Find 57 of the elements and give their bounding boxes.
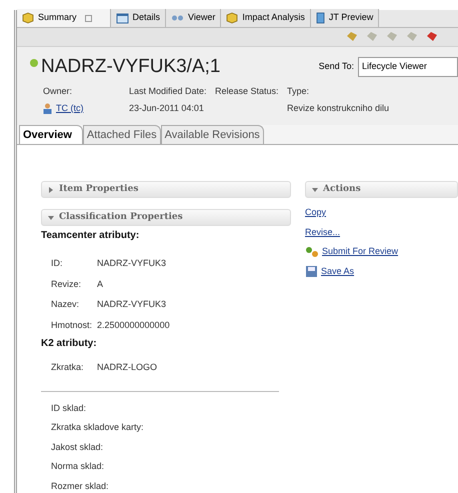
page-tab[interactable]: Overview [19,125,83,144]
section-header[interactable]: Item Properties [41,181,291,198]
attribute-label: Hmotnost: [51,318,94,332]
close-icon[interactable] [84,14,92,22]
editor-tab[interactable]: Details [110,9,166,27]
editor-tab[interactable]: Viewer [166,9,222,27]
attribute-label: Zkratka skladove karty: [51,421,145,434]
workflow-icon [305,246,319,258]
field-value: Revize konstrukcniho dilu [287,102,390,114]
attribute-label: ID sklad: [51,402,88,414]
expanded-icon [312,186,318,192]
field-label: Release Status: [215,85,280,98]
editor-tab[interactable]: Summary [17,9,111,27]
item-title: NADRZ-VYFUK3/A;1 [41,54,220,78]
action-link[interactable]: Save As [321,264,354,278]
table-icon [116,12,129,24]
attribute-value: 2.2500000000000 [97,318,171,332]
editor-tab[interactable]: Impact Analysis [221,9,311,27]
field-label: Last Modified Date: [129,85,208,98]
attribute-value: NADRZ-VYFUK3 [97,257,168,270]
cube-icon [226,12,238,24]
group-heading: K2 atributy: [41,337,98,351]
cube-icon [22,12,34,24]
editor-tab[interactable]: JT Preview [310,9,380,27]
attribute-label: Rozmer sklad: [51,480,110,492]
field-value: 23-Jun-2011 04:01 [129,102,204,114]
toolbar-icon[interactable] [346,31,358,42]
save-icon [305,264,318,278]
expanded-icon [48,214,54,220]
attribute-label: Norma sklad: [51,460,106,473]
attribute-label: Jakost sklad: [51,440,104,454]
page-tab[interactable]: Attached Files [82,125,161,144]
attribute-label: ID: [51,257,64,270]
action-link[interactable]: Copy [305,206,326,220]
attribute-value: NADRZ-VYFUK3 [97,298,168,311]
send-to-label: Send To: [318,60,354,73]
field-label: Owner: [43,85,74,98]
user-icon [43,102,52,114]
section-header[interactable]: Classification Properties [41,209,291,226]
collapsed-icon [48,186,54,192]
section-header[interactable]: Actions [305,181,458,198]
toolbar-icon[interactable] [426,31,438,42]
item-revision-icon [29,58,39,68]
attribute-value: NADRZ-LOGO [97,361,158,374]
action-link[interactable]: Submit For Review [322,245,398,258]
file-icon [316,12,325,24]
owner-link[interactable]: TC (tc) [56,102,84,115]
action-link[interactable]: Revise... [305,226,340,239]
page-tab[interactable]: Available Revisions [160,125,264,144]
attribute-value: A [97,278,104,290]
attribute-label: Revize: [51,278,82,290]
attribute-label: Nazev: [51,298,80,311]
send-to-field[interactable]: Lifecycle Viewer [358,57,458,76]
glasses-icon [171,14,184,22]
attribute-label: Zkratka: [51,361,85,374]
field-label: Type: [287,85,310,98]
group-heading: Teamcenter atributy: [41,229,140,243]
